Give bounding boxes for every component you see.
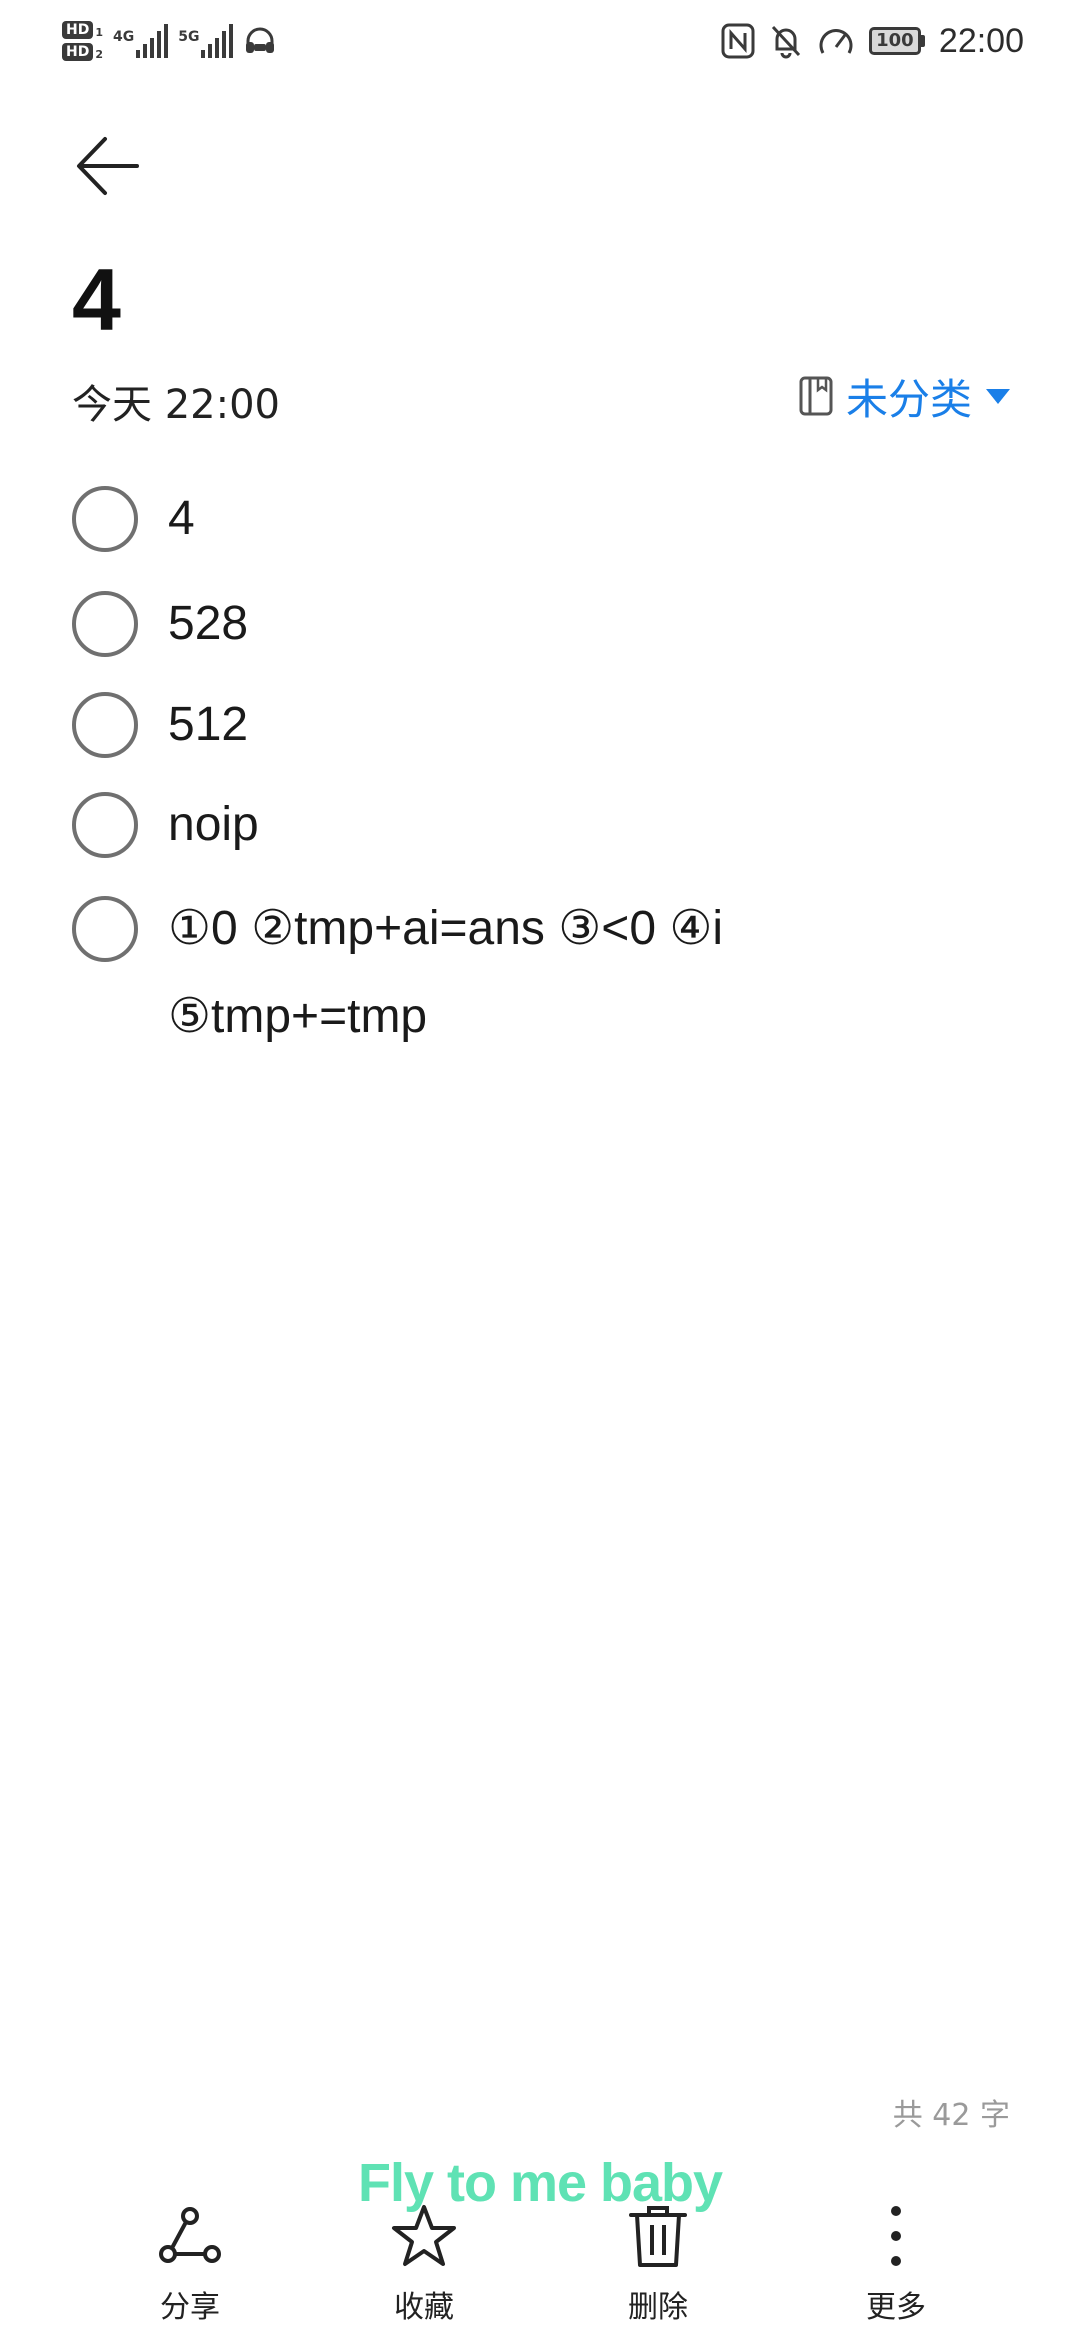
speed-icon (819, 29, 853, 54)
checklist-item-text[interactable]: ①0 ②tmp+ai=ans ③<0 ④i ⑤tmp+=tmp (168, 885, 768, 1061)
signal-5g: 5G (178, 24, 234, 58)
category-selector[interactable]: 未分类 (798, 366, 1012, 426)
headset-icon (246, 27, 275, 53)
more-vertical-icon (891, 2206, 901, 2266)
notebook-icon (799, 376, 833, 416)
checklist-item-text[interactable]: noip (168, 781, 259, 869)
status-left: HD 1 HD 2 4G 5G (62, 12, 277, 70)
checklist-item: ①0 ②tmp+ai=ans ③<0 ④i ⑤tmp+=tmp (72, 896, 1012, 1061)
checkbox[interactable] (72, 792, 138, 858)
signal-4g: 4G (113, 24, 169, 58)
trash-icon (629, 2206, 687, 2267)
more-label: 更多 (866, 2290, 926, 2325)
hd-badge: HD (62, 21, 94, 39)
checklist-item-text[interactable]: 512 (168, 681, 248, 769)
status-bar: HD 1 HD 2 4G 5G 100 22:00 (0, 0, 1080, 80)
status-time: 22:00 (938, 21, 1024, 60)
checklist-item-text[interactable]: 528 (168, 580, 248, 668)
checklist-item-text[interactable]: 4 (168, 475, 195, 563)
more-button[interactable]: 更多 (816, 2200, 976, 2330)
share-label: 分享 (160, 2290, 220, 2325)
word-count: 共 42 字 (892, 2098, 1010, 2133)
checkbox[interactable] (72, 896, 138, 962)
battery-level: 100 (868, 27, 921, 55)
network-type-label: 4G (113, 29, 135, 45)
share-button[interactable]: 分享 (110, 2200, 270, 2330)
favorite-label: 收藏 (394, 2290, 454, 2325)
bottom-toolbar: 分享 收藏 删除 更多 (0, 2190, 1080, 2340)
checkbox[interactable] (72, 692, 138, 758)
mute-icon (771, 25, 801, 59)
category-label: 未分类 (845, 374, 972, 424)
star-icon (392, 2205, 456, 2266)
share-icon (159, 2207, 221, 2263)
note-title[interactable]: 4 (72, 250, 121, 350)
checklist-item: noip (72, 792, 259, 869)
battery-icon: 100 (868, 27, 925, 55)
dropdown-triangle-icon (986, 389, 1010, 404)
favorite-button[interactable]: 收藏 (344, 2200, 504, 2330)
checkbox[interactable] (72, 591, 138, 657)
note-date: 今天 22:00 (72, 382, 280, 428)
signal-bars-icon (136, 24, 169, 58)
checkbox[interactable] (72, 486, 138, 552)
checklist-item: 4 (72, 486, 195, 563)
hd-sub: 2 (95, 48, 103, 61)
hd-sub: 1 (95, 26, 103, 39)
delete-label: 删除 (628, 2290, 688, 2325)
back-button[interactable] (70, 130, 146, 202)
back-arrow-icon (77, 137, 139, 195)
signal-bars-icon (201, 24, 234, 58)
checklist-item: 528 (72, 591, 248, 668)
nfc-icon (721, 23, 755, 59)
hd-badge: HD (62, 43, 94, 61)
status-right: 100 22:00 (721, 16, 1024, 66)
hd-indicators: HD 1 HD 2 (62, 21, 103, 61)
checklist-item: 512 (72, 692, 248, 769)
network-type-label: 5G (178, 29, 200, 45)
note-meta: 今天 22:00 未分类 (72, 366, 1012, 428)
delete-button[interactable]: 删除 (578, 2200, 738, 2330)
